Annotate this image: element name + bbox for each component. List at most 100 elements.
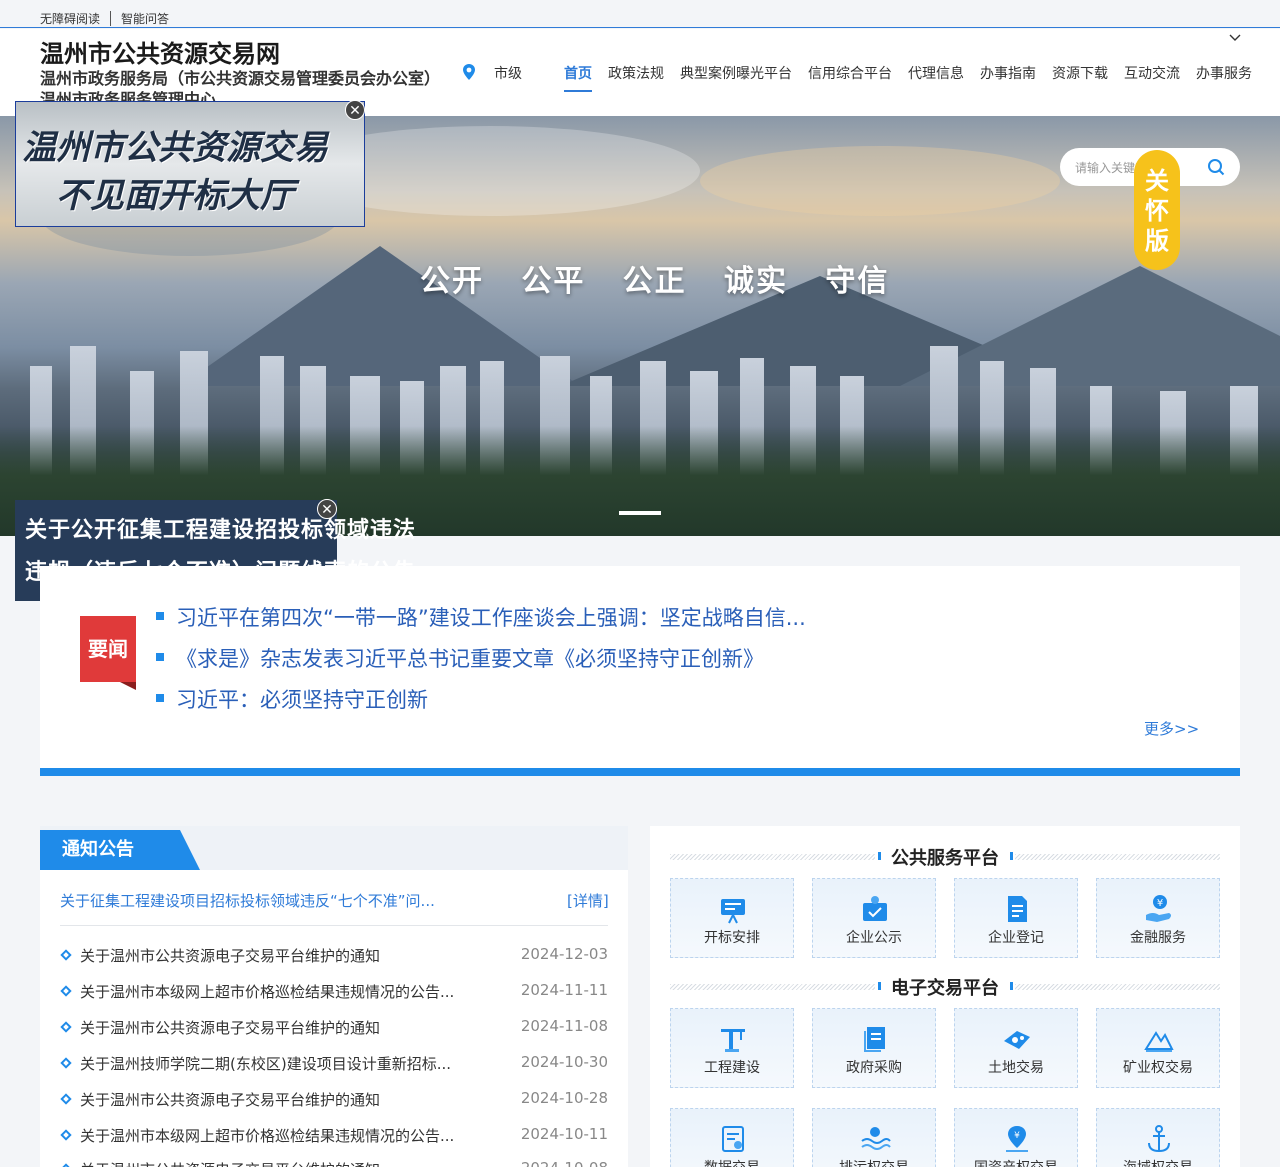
news-item-title[interactable]: 习近平在第四次“一带一路”建设工作座谈会上强调：坚定战略自信...	[176, 606, 806, 630]
featured-notice[interactable]: 关于征集工程建设项目招标投标领域违反“七个不准”问...	[60, 890, 435, 911]
diamond-bullet-icon	[60, 1129, 72, 1141]
list-item-date: 2024-11-11	[520, 981, 608, 999]
service-card-procurement[interactable]: 政府采购	[812, 1008, 936, 1088]
title-dot	[1010, 852, 1013, 860]
carousel-indicator[interactable]	[619, 511, 661, 515]
list-item-title[interactable]: 关于温州市本级网上超市价格巡检结果违规情况的公告...	[80, 981, 454, 1002]
publicity-icon	[863, 896, 887, 921]
news-item[interactable]: 习近平：必须坚持守正创新	[156, 684, 428, 714]
diamond-bullet-icon	[60, 985, 72, 997]
list-item-title[interactable]: 关于温州市公共资源电子交易平台维护的通知	[80, 1017, 380, 1038]
service-card-label: 工程建设	[704, 1060, 760, 1076]
ad-notice-line-1: 关于公开征集工程建设招投标领域违法	[25, 518, 417, 543]
news-item-title[interactable]: 《求是》杂志发表习近平总书记重要文章《必须坚持守正创新》	[176, 647, 764, 671]
service-card-label: 土地交易	[988, 1060, 1044, 1076]
list-item[interactable]: 关于温州市本级网上超市价格巡检结果违规情况的公告... 2024-11-11	[60, 981, 608, 1001]
care-version-button[interactable]: 关怀版	[1134, 150, 1180, 270]
service-card-label: 企业公示	[846, 930, 902, 946]
smart-qa-link[interactable]: 智能问答	[121, 11, 169, 27]
service-card-sea-area[interactable]: 海域权交易	[1096, 1108, 1220, 1167]
divider	[110, 11, 111, 26]
list-item-title[interactable]: 关于温州市公共资源电子交易平台维护的通知	[80, 1089, 380, 1110]
diamond-bullet-icon	[60, 1093, 72, 1105]
list-item-title[interactable]: 关于温州市本级网上超市价格巡检结果违规情况的公告...	[80, 1125, 454, 1146]
utility-bar: 无障碍阅读 智能问答	[0, 0, 1280, 28]
list-item-date: 2024-10-11	[520, 1125, 608, 1143]
nav-item-agency[interactable]: 代理信息	[900, 65, 972, 93]
list-item-date: 2024-11-08	[520, 1017, 608, 1035]
diamond-bullet-icon	[60, 1163, 72, 1167]
list-item[interactable]: 关于温州市公共资源电子交易平台维护的通知 2024-10-08	[60, 1159, 608, 1167]
location-pin-icon	[463, 64, 475, 80]
ad-hall-line-2: 不见面开标大厅	[56, 176, 294, 216]
service-card-mining[interactable]: 矿业权交易	[1096, 1008, 1220, 1088]
nav-item-cases[interactable]: 典型案例曝光平台	[672, 65, 800, 93]
site-title[interactable]: 温州市公共资源交易网	[40, 39, 280, 69]
land-icon	[1004, 1031, 1030, 1049]
close-icon[interactable]: ✕	[345, 100, 365, 120]
service-card-state-asset[interactable]: ¥ 国资产权交易	[954, 1108, 1078, 1167]
service-card-schedule[interactable]: 开标安排	[670, 878, 794, 958]
service-card-construction[interactable]: 工程建设	[670, 1008, 794, 1088]
nav-item-guide[interactable]: 办事指南	[972, 65, 1044, 93]
close-icon[interactable]: ✕	[317, 499, 337, 519]
main-nav: 首页 政策法规 典型案例曝光平台 信用综合平台 代理信息 办事指南 资源下载 互…	[556, 65, 1260, 93]
search-icon[interactable]	[1207, 158, 1225, 176]
nav-item-credit[interactable]: 信用综合平台	[800, 65, 900, 93]
service-card-register[interactable]: 企业登记	[954, 878, 1078, 958]
list-item[interactable]: 关于温州技师学院二期(东校区)建设项目设计重新招标... 2024-10-30	[60, 1053, 608, 1073]
notice-header: 通知公告	[40, 826, 628, 870]
detail-link[interactable]: [详情]	[567, 890, 609, 911]
finance-icon: ¥	[1146, 895, 1171, 922]
tab-notices[interactable]: 通知公告	[40, 830, 200, 870]
service-card-label: 海域权交易	[1097, 1157, 1219, 1167]
chevron-down-icon[interactable]	[1229, 33, 1241, 43]
accessibility-link[interactable]: 无障碍阅读	[40, 11, 100, 27]
floating-ad-hall[interactable]: 温州市公共资源交易 不见面开标大厅	[15, 101, 365, 227]
nav-item-downloads[interactable]: 资源下载	[1044, 65, 1116, 93]
site-subtitle-2: 温州市政务服务管理中心	[40, 90, 217, 101]
emission-icon	[861, 1127, 891, 1150]
service-card-publicity[interactable]: 企业公示	[812, 878, 936, 958]
schedule-icon	[721, 899, 745, 924]
service-card-emission[interactable]: 排污权交易	[812, 1108, 936, 1167]
list-item-title[interactable]: 关于温州市公共资源电子交易平台维护的通知	[80, 945, 380, 966]
location-selector[interactable]: 市级	[494, 63, 522, 83]
procurement-icon	[864, 1027, 885, 1052]
list-item[interactable]: 关于温州市公共资源电子交易平台维护的通知 2024-12-03	[60, 945, 608, 965]
nav-item-policy[interactable]: 政策法规	[600, 65, 672, 93]
list-item-title[interactable]: 关于温州技师学院二期(东校区)建设项目设计重新招标...	[80, 1053, 451, 1074]
list-item[interactable]: 关于温州市公共资源电子交易平台维护的通知 2024-10-28	[60, 1089, 608, 1109]
news-tag: 要闻	[80, 616, 136, 690]
service-card-label: 开标安排	[704, 930, 760, 946]
list-item-date: 2024-12-03	[520, 945, 608, 963]
diamond-bullet-icon	[60, 1057, 72, 1069]
list-item-title[interactable]: 关于温州市公共资源电子交易平台维护的通知	[80, 1159, 380, 1167]
news-item-title[interactable]: 习近平：必须坚持守正创新	[176, 688, 428, 712]
nav-item-home[interactable]: 首页	[556, 65, 600, 93]
banner-slogan: 公开 公平 公正 诚实 守信	[420, 264, 890, 299]
list-item-date: 2024-10-28	[520, 1089, 608, 1107]
ad-hall-line-1: 温州市公共资源交易	[22, 128, 328, 168]
accent-bar	[40, 768, 1240, 776]
list-item-date: 2024-10-08	[521, 1159, 608, 1167]
service-card-label: 政府采购	[846, 1060, 902, 1076]
bullet-icon	[156, 612, 164, 620]
service-card-data[interactable]: 数据交易	[670, 1108, 794, 1167]
more-link[interactable]: 更多>>	[1144, 718, 1199, 739]
divider	[60, 925, 608, 926]
state-asset-icon: ¥	[1006, 1126, 1028, 1152]
nav-item-interaction[interactable]: 互动交流	[1116, 65, 1188, 93]
news-item[interactable]: 习近平在第四次“一带一路”建设工作座谈会上强调：坚定战略自信...	[156, 602, 806, 632]
list-item[interactable]: 关于温州市公共资源电子交易平台维护的通知 2024-11-08	[60, 1017, 608, 1037]
service-card-finance[interactable]: ¥ 金融服务	[1096, 878, 1220, 958]
service-card-land[interactable]: 土地交易	[954, 1008, 1078, 1088]
title-dot	[1010, 982, 1013, 990]
news-item[interactable]: 《求是》杂志发表习近平总书记重要文章《必须坚持守正创新》	[156, 643, 764, 673]
nav-item-services[interactable]: 办事服务	[1188, 65, 1260, 93]
service-card-label: 数据交易	[671, 1157, 793, 1167]
service-card-label: 矿业权交易	[1123, 1060, 1193, 1076]
service-card-label: 企业登记	[988, 930, 1044, 946]
diamond-bullet-icon	[60, 1021, 72, 1033]
list-item[interactable]: 关于温州市本级网上超市价格巡检结果违规情况的公告... 2024-10-11	[60, 1125, 608, 1145]
